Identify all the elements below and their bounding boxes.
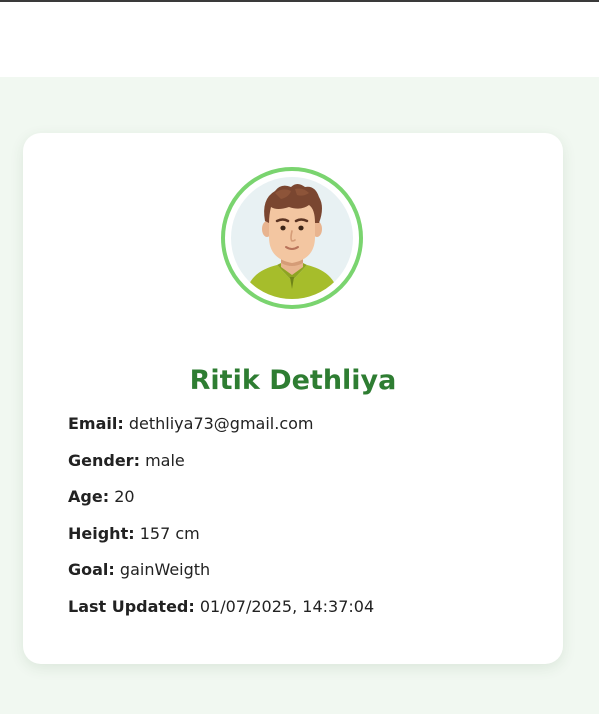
- profile-name: Ritik Dethliya: [189, 365, 397, 396]
- gender-row: Gender: male: [68, 451, 185, 470]
- age-row: Age: 20: [68, 487, 135, 506]
- goal-label: Goal:: [68, 560, 115, 579]
- last-updated-label: Last Updated:: [68, 597, 195, 616]
- last-updated-value: 01/07/2025, 14:37:04: [199, 597, 375, 616]
- top-header-bar: [0, 0, 599, 77]
- email-value: dethliya73@gmail.com: [128, 414, 314, 433]
- height-label: Height:: [68, 524, 135, 543]
- height-row: Height: 157 cm: [68, 524, 200, 543]
- email-row: Email: dethliya73@gmail.com: [68, 414, 314, 433]
- avatar-ring: [221, 167, 363, 309]
- age-label: Age:: [68, 487, 110, 506]
- user-avatar-icon: [245, 184, 339, 299]
- gender-label: Gender:: [68, 451, 140, 470]
- age-value: 20: [114, 487, 135, 506]
- last-updated-row: Last Updated: 01/07/2025, 14:37:04: [68, 597, 374, 616]
- email-label: Email:: [68, 414, 124, 433]
- height-value: 157 cm: [139, 524, 200, 543]
- gender-value: male: [145, 451, 185, 470]
- goal-value: gainWeigth: [119, 560, 211, 579]
- goal-row: Goal: gainWeigth: [68, 560, 210, 579]
- profile-card: Ritik Dethliya Email: dethliya73@gmail.c…: [23, 133, 563, 664]
- avatar: [231, 177, 353, 299]
